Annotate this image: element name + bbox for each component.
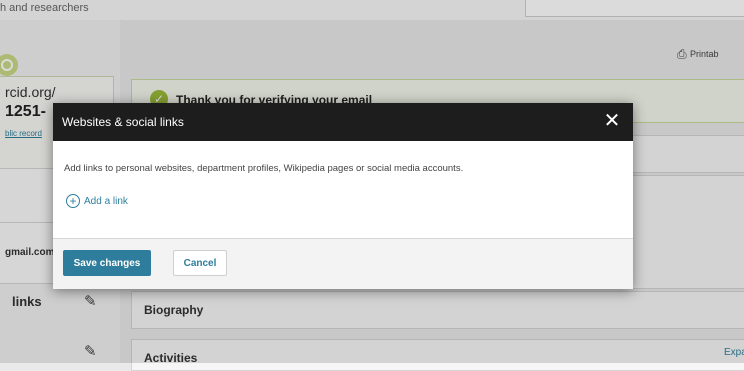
save-changes-button[interactable]: Save changes <box>63 250 151 276</box>
close-icon[interactable]: ✕ <box>601 110 623 132</box>
add-link-label: Add a link <box>84 196 128 207</box>
dialog-header: Websites & social links ✕ <box>53 103 633 141</box>
dialog-description: Add links to personal websites, departme… <box>64 163 464 174</box>
websites-social-links-dialog: Websites & social links ✕ Add links to p… <box>53 103 633 289</box>
cancel-button[interactable]: Cancel <box>173 250 227 276</box>
dialog-title: Websites & social links <box>62 115 184 129</box>
plus-circle-icon: + <box>66 194 80 208</box>
dialog-footer: Save changes Cancel <box>53 239 633 289</box>
